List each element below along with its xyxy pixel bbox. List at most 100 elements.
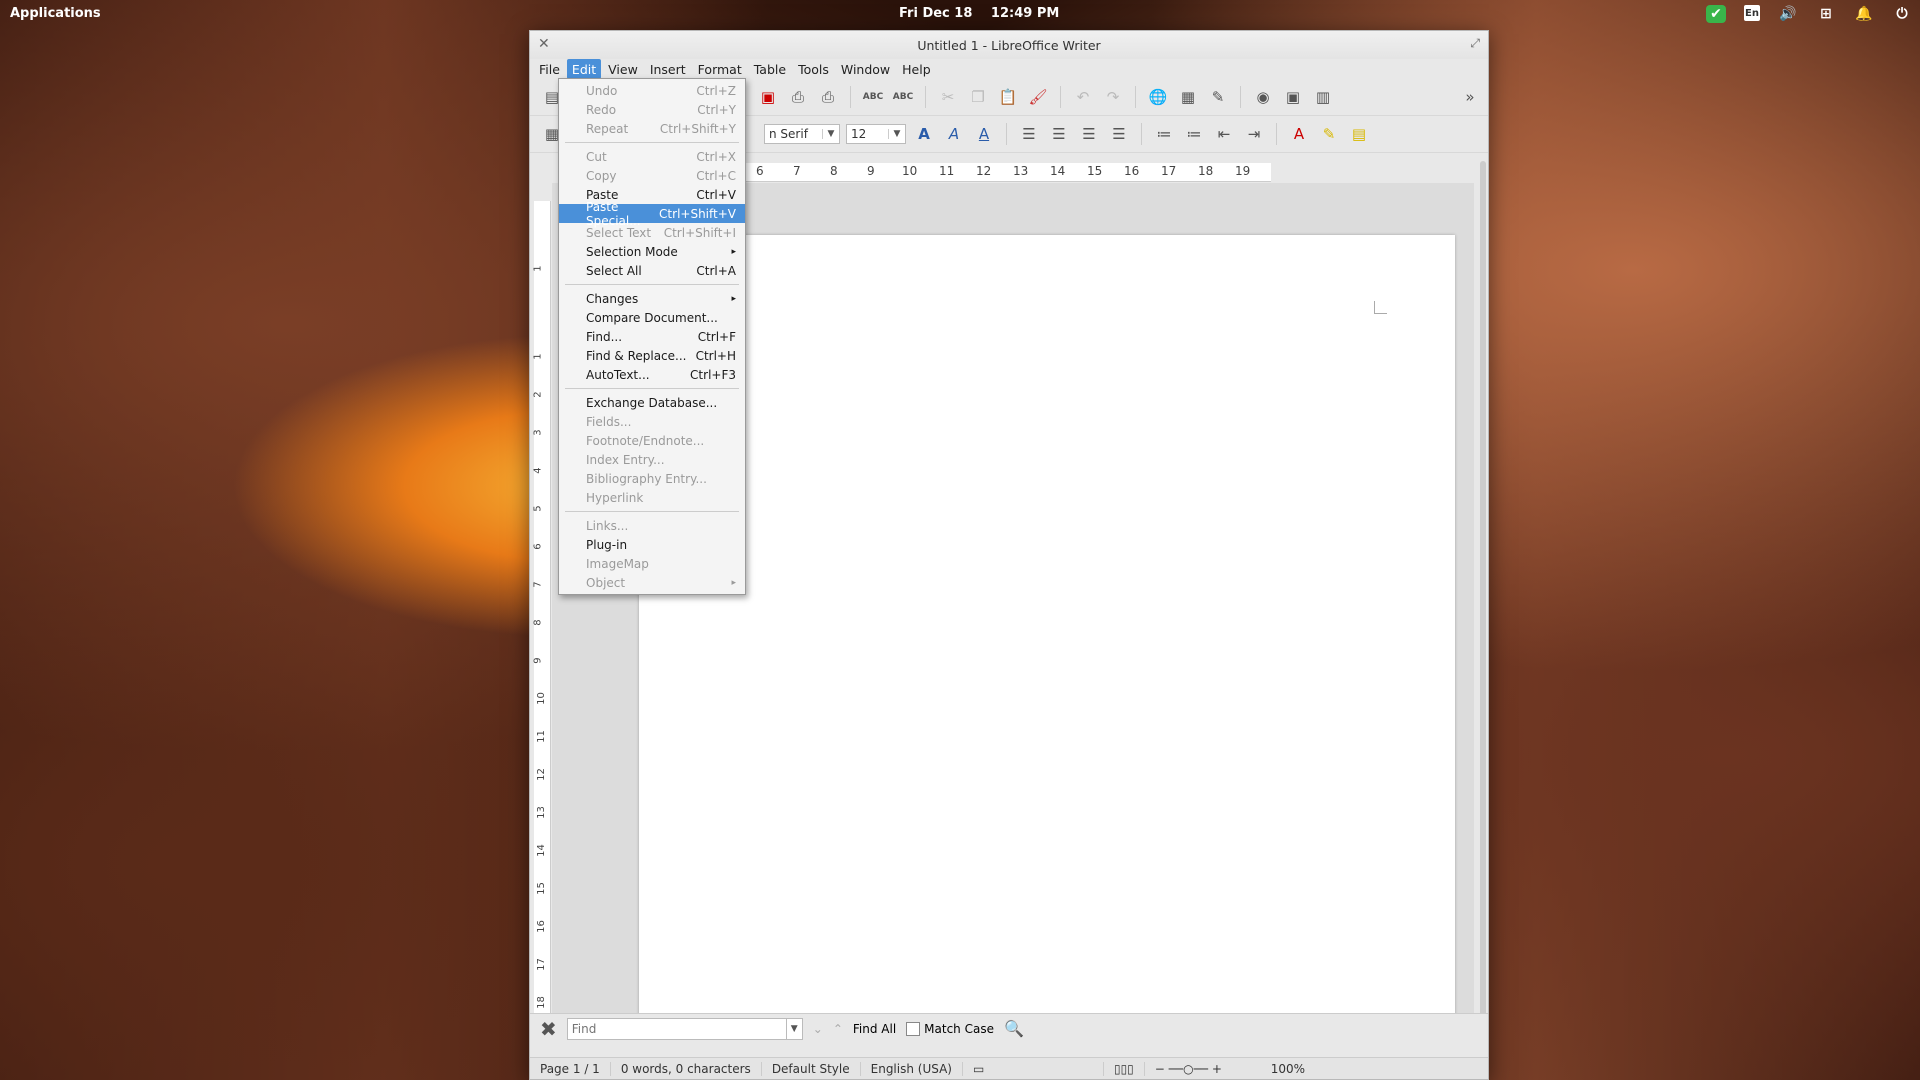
font-size-combo[interactable]: 12 ▼ [846,124,906,144]
export-pdf-icon[interactable]: ▣ [756,86,780,108]
bullets-icon[interactable]: ≔ [1182,123,1206,145]
menu-view[interactable]: View [603,59,643,79]
clone-formatting-icon[interactable]: 🖌 [1026,86,1050,108]
print-icon[interactable]: ⎙ [786,86,810,108]
edit-menu-item-plug-in[interactable]: Plug-in [559,535,745,554]
document-page[interactable] [639,235,1455,1043]
match-case-checkbox[interactable] [906,1021,921,1036]
decrease-indent-icon[interactable]: ⇤ [1212,123,1236,145]
menu-table[interactable]: Table [749,59,791,79]
align-left-icon[interactable]: ☰ [1017,123,1041,145]
edit-menu-item-compare-document[interactable]: Compare Document... [559,308,745,327]
menu-window[interactable]: Window [836,59,895,79]
cut-icon[interactable]: ✂ [936,86,960,108]
find-all-button[interactable]: Find All [853,1022,896,1036]
spellcheck-icon[interactable]: ABC [861,86,885,108]
justify-icon[interactable]: ☰ [1107,123,1131,145]
find-input[interactable] [566,1017,787,1040]
edit-menu-item-paste-special[interactable]: Paste Special... Ctrl+Shift+V [559,200,745,228]
edit-menu-item-imagemap[interactable]: ImageMap [559,554,745,573]
print-preview-icon[interactable]: ⎙ [816,86,840,108]
menu-format[interactable]: Format [693,59,747,79]
applications-menu[interactable]: Applications [10,6,101,21]
font-name-combo[interactable]: n Serif ▼ [764,124,840,144]
clock[interactable]: Fri Dec 18 12:49 PM [899,6,1073,21]
edit-menu-item-footnote-endnote[interactable]: Footnote/Endnote... [559,431,745,450]
edit-menu-item-autotext[interactable]: AutoText... Ctrl+F3 [559,365,745,384]
edit-menu-item-fields[interactable]: Fields... [559,412,745,431]
edit-menu-item-find-replace[interactable]: Find & Replace... Ctrl+H [559,346,745,365]
edit-menu-item-undo[interactable]: Undo Ctrl+Z [559,81,745,100]
edit-menu-item-hyperlink[interactable]: Hyperlink [559,488,745,507]
edit-menu-item-exchange-database[interactable]: Exchange Database... [559,393,745,412]
increase-indent-icon[interactable]: ⇥ [1242,123,1266,145]
underline-icon[interactable]: A [972,123,996,145]
insert-mode-icon[interactable]: ▭ [963,1061,1104,1076]
chevron-down-icon[interactable]: ▼ [822,129,839,139]
chevron-down-icon[interactable]: ▼ [888,129,905,139]
power-icon[interactable]: ⏻ [1892,5,1912,23]
title-bar[interactable]: ✕ Untitled 1 - LibreOffice Writer ⤢ [530,31,1488,59]
menu-insert[interactable]: Insert [645,59,691,79]
undo-icon[interactable]: ↶ [1071,86,1095,108]
edit-menu-item-repeat[interactable]: Repeat Ctrl+Shift+Y [559,119,745,138]
check-icon[interactable]: ✔ [1706,5,1726,23]
edit-menu-item-copy[interactable]: Copy Ctrl+C [559,166,745,185]
draw-functions-icon[interactable]: ✎ [1206,86,1230,108]
edit-menu-item-selection-mode[interactable]: Selection Mode ▸ [559,242,745,261]
maximize-icon[interactable]: ⤢ [1470,36,1480,51]
edit-menu-item-find[interactable]: Find... Ctrl+F [559,327,745,346]
more-options-icon[interactable]: » [1458,86,1482,108]
edit-menu-item-object[interactable]: Object ▸ [559,573,745,592]
zoom-level[interactable]: 100% [1261,1062,1315,1076]
page-style[interactable]: Default Style [762,1061,861,1076]
vertical-ruler[interactable]: 1 1 2 3 4 5 6 7 8 9 10 11 12 13 14 15 16… [533,201,551,1043]
gallery-icon[interactable]: ▣ [1281,86,1305,108]
find-replace-icon[interactable]: 🔍 [1004,1019,1024,1038]
vertical-scrollbar[interactable] [1480,161,1486,1041]
font-color-icon[interactable]: A [1287,123,1311,145]
autospellcheck-icon[interactable]: ABC [891,86,915,108]
page-count[interactable]: Page 1 / 1 [530,1061,611,1076]
menu-help[interactable]: Help [897,59,936,79]
data-sources-icon[interactable]: ▥ [1311,86,1335,108]
highlight-icon[interactable]: ✎ [1317,123,1341,145]
italic-icon[interactable]: A [942,123,966,145]
volume-icon[interactable]: 🔊 [1778,5,1798,23]
edit-menu-item-bibliography-entry[interactable]: Bibliography Entry... [559,469,745,488]
navigator-icon[interactable]: ◉ [1251,86,1275,108]
notification-bell-icon[interactable]: 🔔 [1854,5,1874,23]
hyperlink-icon[interactable]: 🌐 [1146,86,1170,108]
edit-menu-item-links[interactable]: Links... [559,516,745,535]
align-center-icon[interactable]: ☰ [1047,123,1071,145]
edit-menu-item-select-text[interactable]: Select Text Ctrl+Shift+I [559,223,745,242]
table-icon[interactable]: ▦ [1176,86,1200,108]
edit-menu-item-redo[interactable]: Redo Ctrl+Y [559,100,745,119]
ruler-label: 17 [535,958,547,971]
chevron-down-icon[interactable]: ▼ [786,1017,803,1040]
zoom-slider[interactable]: − ──○── + [1145,1062,1261,1076]
bold-icon[interactable]: A [912,123,936,145]
menu-item-label: AutoText... [586,367,650,382]
text-language[interactable]: English (USA) [861,1061,963,1076]
background-color-icon[interactable]: ▤ [1347,123,1371,145]
edit-menu-item-select-all[interactable]: Select All Ctrl+A [559,261,745,280]
find-next-icon[interactable]: ⌄ [813,1022,823,1036]
edit-menu-item-changes[interactable]: Changes ▸ [559,289,745,308]
view-layout-icons[interactable]: ▯▯▯ [1104,1061,1145,1076]
close-find-bar-icon[interactable]: ✖ [540,1017,557,1041]
redo-icon[interactable]: ↷ [1101,86,1125,108]
numbering-icon[interactable]: ≔ [1152,123,1176,145]
copy-icon[interactable]: ❐ [966,86,990,108]
align-right-icon[interactable]: ☰ [1077,123,1101,145]
menu-edit[interactable]: Edit [566,59,602,79]
keyboard-layout-indicator[interactable]: En [1744,5,1760,21]
word-count[interactable]: 0 words, 0 characters [611,1061,762,1076]
network-icon[interactable]: ⊞ [1816,5,1836,23]
edit-menu-item-index-entry[interactable]: Index Entry... [559,450,745,469]
find-previous-icon[interactable]: ⌃ [833,1022,843,1036]
menu-file[interactable]: File [534,59,565,79]
edit-menu-item-cut[interactable]: Cut Ctrl+X [559,147,745,166]
paste-icon[interactable]: 📋 [996,86,1020,108]
menu-tools[interactable]: Tools [793,59,834,79]
